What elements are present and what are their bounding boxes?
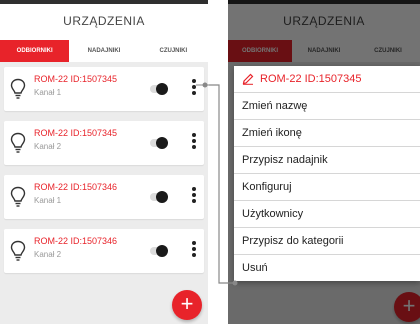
menu-item-rename[interactable]: Zmień nazwę xyxy=(234,93,420,120)
lightbulb-icon xyxy=(10,78,26,99)
device-toggle[interactable] xyxy=(148,83,170,95)
device-card[interactable]: ROM-22 ID:1507346 Kanał 1 xyxy=(4,175,204,219)
tab-nadajniki[interactable]: NADAJNIKI xyxy=(69,40,138,62)
device-channel: Kanał 1 xyxy=(34,196,62,205)
device-list: ROM-22 ID:1507345 Kanał 1 ROM-22 ID:1507… xyxy=(0,62,208,273)
device-list-screen: URZĄDZENIA ODBIORNIKI NADAJNIKI CZUJNIKI… xyxy=(0,0,208,324)
device-name: ROM-22 ID:1507345 xyxy=(34,128,118,138)
tab-odbiorniki[interactable]: ODBIORNIKI xyxy=(0,40,70,62)
device-channel: Kanał 1 xyxy=(34,88,62,97)
menu-item-configure[interactable]: Konfiguruj xyxy=(234,174,420,201)
device-toggle[interactable] xyxy=(148,137,170,149)
menu-item-assign-transmitter[interactable]: Przypisz nadajnik xyxy=(234,147,420,174)
more-options-icon[interactable] xyxy=(190,79,198,99)
add-device-button[interactable]: + xyxy=(172,290,202,320)
lightbulb-icon xyxy=(10,132,26,153)
app-title: URZĄDZENIA xyxy=(63,14,145,28)
menu-item-assign-category[interactable]: Przypisz do kategorii xyxy=(234,228,420,255)
device-name: ROM-22 ID:1507345 xyxy=(34,74,118,84)
more-options-icon[interactable] xyxy=(190,241,198,261)
lightbulb-icon xyxy=(10,240,26,261)
tab-czujniki[interactable]: CZUJNIKI xyxy=(139,40,208,62)
device-context-menu: ROM-22 ID:1507345 Zmień nazwę Zmień ikon… xyxy=(234,66,420,281)
context-menu-screen: URZĄDZENIA ODBIORNIKI NADAJNIKI CZUJNIKI… xyxy=(228,0,420,324)
device-channel: Kanał 2 xyxy=(34,142,62,151)
app-header: URZĄDZENIA xyxy=(0,0,208,40)
more-options-icon[interactable] xyxy=(190,187,198,207)
menu-header: ROM-22 ID:1507345 xyxy=(234,66,420,93)
menu-item-delete[interactable]: Usuń xyxy=(234,255,420,281)
device-name: ROM-22 ID:1507346 xyxy=(34,182,118,192)
device-channel: Kanał 2 xyxy=(34,250,62,259)
device-card[interactable]: ROM-22 ID:1507345 Kanał 1 xyxy=(4,67,204,111)
pencil-icon xyxy=(242,73,254,85)
menu-title: ROM-22 ID:1507345 xyxy=(260,73,362,85)
menu-item-change-icon[interactable]: Zmień ikonę xyxy=(234,120,420,147)
device-card[interactable]: ROM-22 ID:1507346 Kanał 2 xyxy=(4,229,204,273)
device-name: ROM-22 ID:1507346 xyxy=(34,236,118,246)
tab-bar: ODBIORNIKI NADAJNIKI CZUJNIKI xyxy=(0,40,208,62)
device-toggle[interactable] xyxy=(148,245,170,257)
lightbulb-icon xyxy=(10,186,26,207)
more-options-icon[interactable] xyxy=(190,133,198,153)
device-toggle[interactable] xyxy=(148,191,170,203)
device-card[interactable]: ROM-22 ID:1507345 Kanał 2 xyxy=(4,121,204,165)
menu-item-users[interactable]: Użytkownicy xyxy=(234,201,420,228)
